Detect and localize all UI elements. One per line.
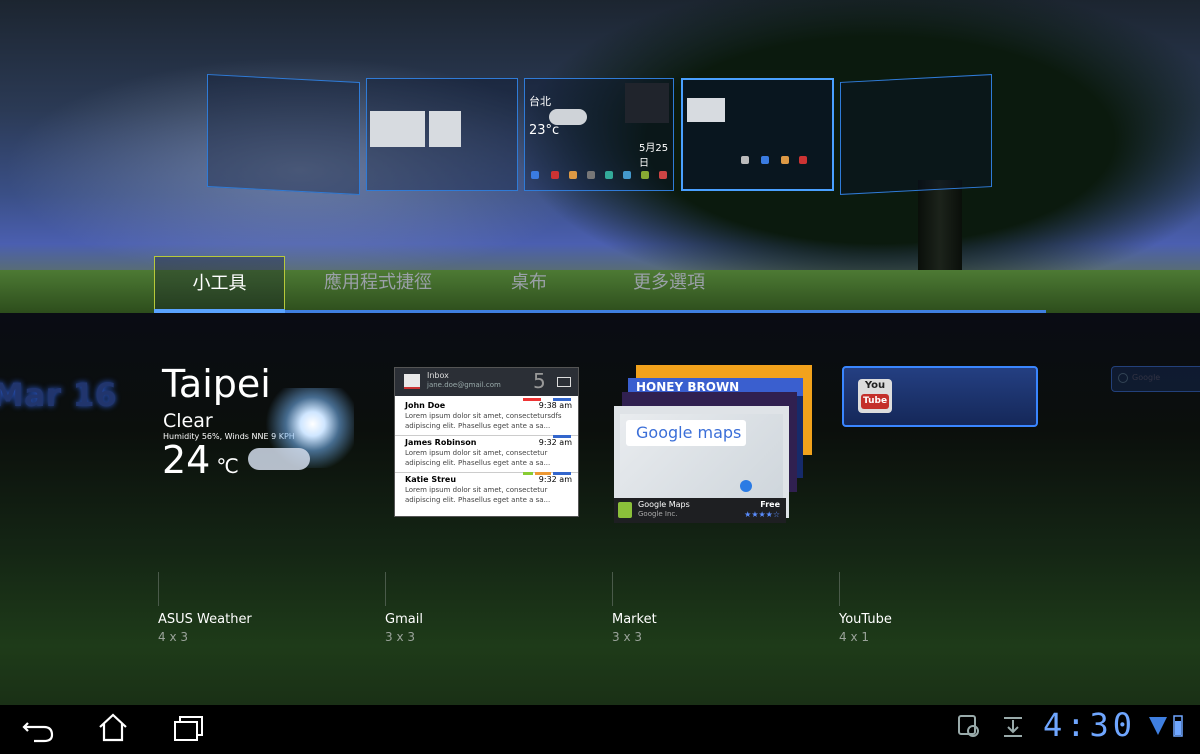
gmail-message: Katie Streu 9:32 am Lorem ipsum dolor si… [395,472,578,509]
wifi-signal-icon[interactable] [1148,713,1168,741]
back-icon [22,722,54,743]
mini-widget [625,83,669,123]
message-time: 9:32 am [538,475,572,484]
workspace-preview-3[interactable]: 台北 23°c 5月25日 [524,78,674,191]
app-icon [799,156,807,164]
message-time: 9:38 am [538,401,572,410]
weather-condition: Clear [163,410,213,432]
gmail-message: John Doe 9:38 am Lorem ipsum dolor sit a… [395,398,578,436]
gmail-message: James Robinson 9:32 am Lorem ipsum dolor… [395,435,578,473]
tab-app-shortcuts[interactable]: 應用程式捷徑 [302,256,454,310]
widget-youtube[interactable]: You Tube [842,366,1038,427]
mini-widget [370,111,425,147]
google-maps-title: Google maps [626,420,746,446]
app-icon [623,171,631,179]
widget-name: Market [612,612,657,627]
search-icon [1118,373,1128,383]
preview-temp: 23°c [529,123,560,138]
preview-date: 5月25日 [639,143,669,169]
workspace-preview-1[interactable] [207,73,360,196]
status-clock[interactable]: 4:30 [1043,706,1136,744]
market-bag-icon [618,502,632,518]
tab-widgets[interactable]: 小工具 [154,256,285,310]
gmail-inbox-label: Inbox [427,371,449,380]
tab-more-options[interactable]: 更多選項 [609,256,729,310]
youtube-logo-top: You [864,380,886,391]
preview-city: 台北 [529,95,551,108]
workspace-preview-5[interactable] [840,74,992,195]
message-snippet: Lorem ipsum dolor sit amet, consectetur … [405,486,551,504]
widget-name: Gmail [385,612,423,627]
label-divider [839,572,840,606]
message-time: 9:32 am [538,438,572,447]
category-tabs: 小工具 應用程式捷徑 桌布 更多選項 [154,256,1046,312]
app-icon [531,171,539,179]
cloud-icon [248,448,310,470]
market-app-info: Google Maps Google Inc. Free ★★★★☆ [614,498,786,523]
widget-name: YouTube [839,612,892,627]
message-from: James Robinson [405,438,477,447]
market-app-name: Google Maps [638,500,690,509]
map-preview: Google maps [620,414,783,498]
market-rating: ★★★★☆ [744,510,780,519]
app-icon [587,171,595,179]
workspace-preview-2[interactable] [366,78,518,191]
debug-icon[interactable] [956,712,982,740]
youtube-logo-bottom: Tube [861,394,889,409]
battery-icon[interactable] [1172,713,1184,741]
widget-size: 3 x 3 [612,630,642,644]
app-icon [659,171,667,179]
label-divider [385,572,386,606]
app-icon [761,156,769,164]
gmail-account: jane.doe@gmail.com [427,381,501,389]
app-icon [741,156,749,164]
widget-name: ASUS Weather [158,612,252,627]
widget-gmail[interactable]: Inbox jane.doe@gmail.com 5 John Doe 9:38… [395,368,578,516]
widget-size: 4 x 1 [839,630,869,644]
tab-wallpapers[interactable]: 桌布 [489,256,569,310]
market-price: Free [760,500,780,509]
app-icon [781,156,789,164]
message-snippet: Lorem ipsum dolor sit amet, consecteturs… [405,412,562,430]
message-from: Katie Streu [405,475,457,484]
home-icon [99,713,127,742]
gmail-logo-icon [404,374,420,389]
label-divider [612,572,613,606]
google-search-placeholder: Google [1132,373,1161,382]
app-icon [551,171,559,179]
gmail-header: Inbox jane.doe@gmail.com 5 [395,368,578,396]
app-icon [569,171,577,179]
label-divider [158,572,159,606]
tab-selected-indicator [154,309,285,313]
recent-apps-icon [174,716,203,741]
back-button[interactable] [14,705,64,750]
ghost-clock-widget: Mar 16 [0,376,117,414]
app-icon [605,171,613,179]
download-icon[interactable] [1000,712,1026,740]
mini-widget [429,111,461,147]
app-icon [641,171,649,179]
market-developer: Google Inc. [638,510,678,518]
compose-icon [557,377,571,387]
message-snippet: Lorem ipsum dolor sit amet, consectetur … [405,449,551,467]
weather-temp: 24 ℃ [162,438,239,482]
workspace-preview-4[interactable] [681,78,834,191]
home-button[interactable] [88,705,138,750]
widget-size: 4 x 3 [158,630,188,644]
tab-underline [154,310,1046,313]
mini-widget [687,98,725,122]
recent-apps-button[interactable] [162,705,212,750]
location-pin-icon [740,480,752,492]
widget-google-search[interactable]: Google [1111,366,1200,392]
weather-city: Taipei [162,362,271,406]
youtube-logo-icon: You Tube [858,379,892,413]
system-bar: 4:30 [0,705,1200,750]
widget-size: 3 x 3 [385,630,415,644]
gmail-unread-count: 5 [533,369,546,393]
message-from: John Doe [405,401,446,410]
